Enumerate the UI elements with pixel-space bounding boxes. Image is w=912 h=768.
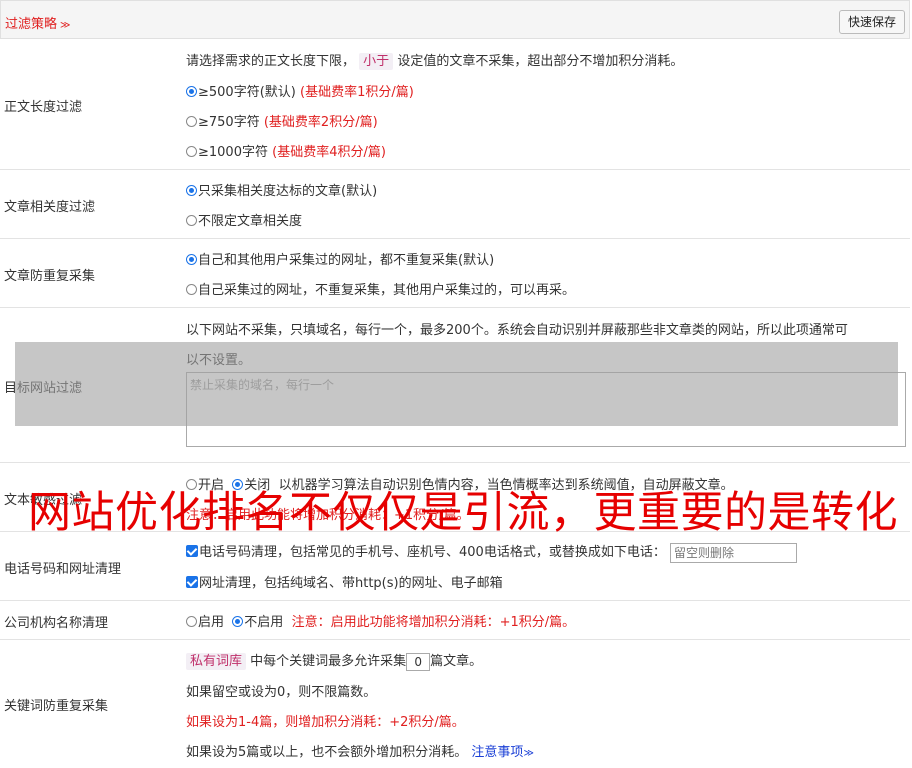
checkbox-checked-icon[interactable] [186, 545, 198, 557]
keyword-limit-input[interactable]: 0 [406, 652, 431, 671]
radio-icon[interactable] [186, 146, 197, 157]
keyword-limit-line: 私有词库 中每个关键词最多允许采集 0 篇文章。 [186, 650, 482, 671]
row-content: 请选择需求的正文长度下限， 小于 设定值的文章不采集，超出部分不增加积分消耗。 … [186, 39, 902, 170]
keyword-note-free: 如果设为5篇或以上，也不会额外增加积分消耗。 注意事项≫ [186, 745, 534, 760]
row-keyword-dedupe: 关键词防重复采集 私有词库 中每个关键词最多允许采集 0 篇文章。 如果留空或设为0… [0, 640, 910, 768]
dedupe-option-self[interactable]: 自己采集过的网址，不重复采集，其他用户采集过的，可以再采。 [186, 279, 575, 298]
row-phone-cleanup: 电话号码和网址清理 电话号码清理，包括常见的手机号、座机号、400电话格式，或替… [0, 532, 910, 601]
row-content: 电话号码清理，包括常见的手机号、座机号、400电话格式，或替换成如下电话： 留空… [186, 532, 902, 601]
sensitive-options: 开启 关闭 以机器学习算法自动识别色情内容，当色情概率达到系统阈值，自动屏蔽文章… [186, 474, 734, 493]
site-filter-desc-2: 以不设置。 [186, 353, 252, 368]
radio-selected-icon[interactable] [186, 254, 197, 265]
row-label: 关键词防重复采集 [4, 699, 109, 714]
radio-selected-icon[interactable] [186, 185, 197, 196]
private-lexicon-tag[interactable]: 私有词库 [186, 653, 247, 670]
radio-icon[interactable] [186, 116, 197, 127]
org-options: 启用 不启用 注意：启用此功能将增加积分消耗：+1积分/篇。 [186, 611, 575, 630]
site-filter-desc: 以下网站不采集，只填域名，每行一个，最多200个。系统会自动识别并屏蔽那些非文章… [186, 323, 848, 338]
row-content: 开启 关闭 以机器学习算法自动识别色情内容，当色情概率达到系统阈值，自动屏蔽文章… [186, 463, 902, 532]
radio-icon[interactable] [186, 284, 197, 295]
phone-cleanup-option[interactable]: 电话号码清理，包括常见的手机号、座机号、400电话格式，或替换成如下电话： 留空… [186, 541, 797, 563]
org-note: 注意：启用此功能将增加积分消耗：+1积分/篇。 [291, 615, 576, 630]
length-option-750[interactable]: ≥750字符 (基础费率2积分/篇) [186, 111, 378, 130]
sensitive-option-off[interactable]: 关闭 [232, 478, 270, 493]
length-option-1000[interactable]: ≥1000字符 (基础费率4积分/篇) [186, 141, 386, 160]
org-option-on[interactable]: 启用 [186, 615, 224, 630]
less-than-tag: 小于 [359, 53, 394, 70]
radio-selected-icon[interactable] [232, 616, 244, 627]
relevance-option-unlimited[interactable]: 不限定文章相关度 [186, 210, 302, 229]
sensitive-note: 注意：启用此功能将增加积分消耗：+1积分/篇。 [186, 508, 470, 523]
keyword-note-zero: 如果留空或设为0，则不限篇数。 [186, 685, 377, 700]
blocked-domains-textarea[interactable] [186, 372, 906, 447]
row-relevance: 文章相关度过滤 只采集相关度达标的文章(默认) 不限定文章相关度 [0, 170, 910, 239]
radio-icon[interactable] [186, 215, 197, 226]
org-option-off[interactable]: 不启用 [232, 615, 283, 630]
row-content: 只采集相关度达标的文章(默认) 不限定文章相关度 [186, 170, 902, 239]
replacement-phone-input[interactable]: 留空则删除 [669, 542, 797, 563]
row-label: 公司机构名称清理 [4, 616, 109, 631]
row-label: 文章防重复采集 [4, 269, 96, 284]
row-content: 以下网站不采集，只填域名，每行一个，最多200个。系统会自动识别并屏蔽那些非文章… [186, 308, 902, 368]
url-cleanup-option[interactable]: 网址清理，包括纯域名、带http(s)的网址、电子邮箱 [186, 572, 503, 591]
row-label: 目标网站过滤 [4, 381, 83, 396]
row-content: 启用 不启用 注意：启用此功能将增加积分消耗：+1积分/篇。 [186, 601, 902, 640]
radio-icon[interactable] [186, 479, 197, 490]
row-length-filter: 正文长度过滤 请选择需求的正文长度下限， 小于 设定值的文章不采集，超出部分不增… [0, 39, 910, 170]
length-desc: 请选择需求的正文长度下限， 小于 设定值的文章不采集，超出部分不增加积分消耗。 [186, 53, 684, 70]
row-sensitive-filter: 文本敏感过滤 开启 关闭 以机器学习算法自动识别色情内容，当色情概率达到系统阈值… [0, 463, 910, 532]
chevron-down-icon: ≫ [60, 20, 71, 31]
row-label: 正文长度过滤 [4, 100, 83, 115]
radio-selected-icon[interactable] [186, 86, 197, 97]
keyword-note-cost: 如果设为1-4篇，则增加积分消耗：+2积分/篇。 [186, 715, 465, 730]
radio-icon[interactable] [186, 616, 197, 627]
relevance-option-qualified[interactable]: 只采集相关度达标的文章(默认) [186, 180, 377, 199]
row-org-cleanup: 公司机构名称清理 启用 不启用 注意：启用此功能将增加积分消耗：+1积分/篇。 [0, 601, 910, 640]
section-header: 过滤策略 ≫ 快速保存 [0, 0, 910, 39]
row-label: 文章相关度过滤 [4, 200, 96, 215]
row-label: 文本敏感过滤 [4, 493, 83, 508]
section-title[interactable]: 过滤策略 ≫ [5, 13, 70, 32]
row-content: 自己和其他用户采集过的网址，都不重复采集(默认) 自己采集过的网址，不重复采集，… [186, 239, 902, 308]
row-content: 私有词库 中每个关键词最多允许采集 0 篇文章。 如果留空或设为0，则不限篇数。 如… [186, 640, 902, 768]
quick-save-button[interactable]: 快速保存 [838, 10, 905, 34]
dedupe-option-all[interactable]: 自己和其他用户采集过的网址，都不重复采集(默认) [186, 249, 494, 268]
chevron-down-icon: ≫ [523, 748, 534, 759]
radio-selected-icon[interactable] [232, 479, 244, 490]
row-dedupe: 文章防重复采集 自己和其他用户采集过的网址，都不重复采集(默认) 自己采集过的网… [0, 239, 910, 308]
sensitive-option-on[interactable]: 开启 [186, 478, 224, 493]
checkbox-checked-icon[interactable] [186, 576, 198, 588]
row-label: 电话号码和网址清理 [4, 562, 122, 577]
notes-link[interactable]: 注意事项≫ [471, 745, 533, 760]
length-option-500[interactable]: ≥500字符(默认) (基础费率1积分/篇) [186, 81, 414, 100]
